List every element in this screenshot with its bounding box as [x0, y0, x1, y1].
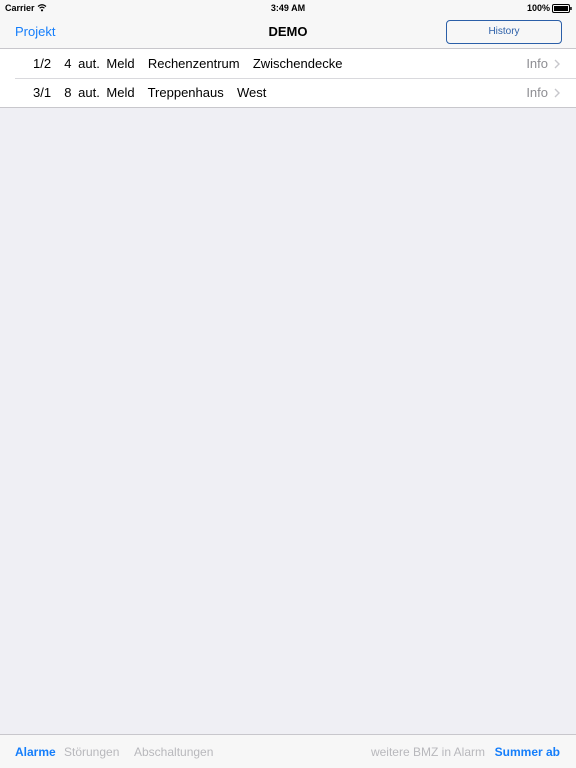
history-button[interactable]: History	[446, 20, 562, 44]
chevron-right-icon	[554, 88, 560, 98]
navigation-bar: Projekt DEMO History	[0, 16, 576, 49]
alarm-row-text: 3/1 8 aut. Meld Treppenhaus West	[33, 85, 267, 100]
status-bar: Carrier 3:49 AM 100%	[0, 0, 576, 16]
screen: Carrier 3:49 AM 100% Projekt DEMO Histor…	[0, 0, 576, 768]
tab-alarme[interactable]: Alarme	[15, 745, 56, 759]
battery-percent: 100%	[526, 3, 550, 13]
alarm-row[interactable]: 3/1 8 aut. Meld Treppenhaus West Info	[0, 78, 576, 108]
clock-label: 3:49 AM	[270, 3, 306, 13]
bottom-toolbar: Alarme Störungen Abschaltungen weitere B…	[0, 734, 576, 768]
info-label[interactable]: Info	[526, 78, 548, 107]
alarm-row[interactable]: 1/2 4 aut. Meld Rechenzentrum Zwischende…	[0, 49, 576, 78]
alarm-list: 1/2 4 aut. Meld Rechenzentrum Zwischende…	[0, 49, 576, 108]
projekt-back-button[interactable]: Projekt	[15, 24, 55, 39]
tab-abschaltungen[interactable]: Abschaltungen	[134, 745, 213, 759]
tab-stoerungen[interactable]: Störungen	[64, 745, 119, 759]
battery-icon	[552, 4, 572, 13]
alarm-row-text: 1/2 4 aut. Meld Rechenzentrum Zwischende…	[33, 56, 343, 71]
chevron-right-icon	[554, 59, 560, 69]
info-label[interactable]: Info	[526, 49, 548, 78]
weitere-bmz-button[interactable]: weitere BMZ in Alarm	[371, 745, 485, 759]
summer-ab-button[interactable]: Summer ab	[495, 745, 560, 759]
